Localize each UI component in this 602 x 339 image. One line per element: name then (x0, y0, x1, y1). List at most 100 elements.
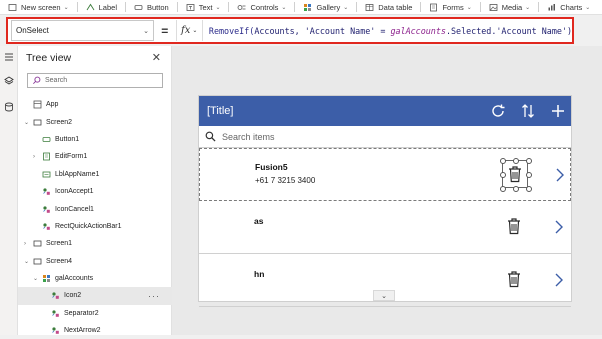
tree-node-app[interactable]: App (18, 96, 172, 113)
fx-button[interactable]: fx ⌄ (175, 20, 203, 41)
ribbon-label: Text (198, 2, 213, 12)
ribbon-text-button[interactable]: Text ⌄ (186, 2, 221, 12)
icon-control-icon (43, 188, 50, 195)
ribbon-forms-button[interactable]: Forms ⌄ (429, 3, 472, 12)
resize-handle[interactable] (526, 186, 532, 192)
chevron-right-icon[interactable]: › (33, 154, 35, 160)
app-screen-preview: [Title] Search items hn as Fusion5 +61 7 32… (198, 95, 572, 307)
gallery-item[interactable]: Fusion5 +61 7 3215 3400 (199, 148, 571, 201)
resize-handle[interactable] (513, 158, 519, 164)
screen-icon (33, 119, 42, 125)
database-icon[interactable] (4, 102, 14, 112)
chevron-down-icon: ⌄ (215, 4, 221, 11)
tree-node-label: App (46, 101, 59, 109)
rectangle-icon (43, 223, 50, 230)
refresh-icon[interactable] (490, 103, 506, 119)
chevron-down-icon[interactable]: ⌄ (24, 119, 29, 126)
text-icon (186, 3, 195, 11)
tree-node-screen4[interactable]: ⌄ Screen4 (18, 253, 172, 270)
trash-icon[interactable] (506, 216, 522, 236)
search-icon (33, 76, 41, 84)
icon-control-icon (52, 292, 59, 300)
ribbon-gallery-button[interactable]: Gallery ⌄ (303, 3, 348, 12)
chevron-down-icon: ⌄ (63, 4, 69, 11)
sort-icon[interactable] (520, 103, 536, 119)
search-icon (205, 131, 216, 142)
tree-node-label: IconCancel1 (55, 205, 94, 213)
chevron-right-icon[interactable] (554, 219, 564, 235)
resize-handle[interactable] (526, 158, 532, 164)
ribbon-separator (420, 2, 422, 12)
gallery-icon (43, 275, 50, 283)
left-icon-rail (0, 46, 18, 335)
tree-node-lblappname1[interactable]: LblAppName1 (18, 166, 172, 183)
tree-node-button1[interactable]: Button1 (18, 131, 172, 148)
chevron-right-icon[interactable] (554, 272, 564, 288)
tree-node-separator2[interactable]: Separator2 (18, 305, 172, 322)
ribbon-data-table-button[interactable]: Data table (365, 3, 412, 12)
tree-node-iconaccept1[interactable]: IconAccept1 (18, 183, 172, 200)
tree-node-screen1[interactable]: › Screen1 (18, 235, 172, 252)
app-title: [Title] (207, 105, 234, 117)
tree-node-galaccounts[interactable]: ⌄ galAccounts (18, 270, 172, 287)
formula-operator: = (375, 25, 391, 36)
property-dropdown[interactable]: OnSelect ⌄ (11, 20, 154, 41)
gallery-item[interactable]: as (199, 201, 571, 254)
formula-input[interactable]: RemoveIf(Accounts, 'Account Name' = galA… (209, 26, 572, 36)
chevron-right-icon[interactable] (555, 167, 565, 183)
add-icon[interactable] (550, 103, 566, 119)
chevron-right-icon[interactable]: › (24, 241, 26, 247)
tree-node-iconcancel1[interactable]: IconCancel1 (18, 200, 172, 217)
media-icon (489, 3, 498, 11)
ribbon-label: Controls (250, 2, 279, 12)
tree-node-label: Separator2 (64, 309, 99, 317)
hamburger-menu-icon[interactable] (4, 52, 14, 62)
property-name: OnSelect (16, 26, 49, 35)
ribbon-label: Button (147, 2, 169, 12)
screen-icon (33, 258, 42, 265)
ribbon-button-button[interactable]: Button (134, 3, 169, 12)
charts-icon (548, 3, 556, 10)
resize-handle[interactable] (526, 172, 532, 178)
resize-handle[interactable] (500, 158, 506, 164)
trash-icon[interactable] (506, 269, 522, 289)
icon-control-icon (43, 205, 50, 213)
formula-string: 'Account Name' (304, 25, 376, 36)
ribbon-separator (176, 2, 178, 12)
tree-node-rectquickactionbar1[interactable]: RectQuickActionBar1 (18, 218, 172, 235)
design-canvas: [Title] Search items hn as Fusion5 +61 7 32… (172, 46, 602, 335)
layers-icon[interactable] (4, 76, 14, 86)
scroll-down-button[interactable]: ⌄ (373, 290, 395, 301)
ribbon-separator (228, 2, 230, 12)
gallery-search-box[interactable]: Search items (199, 126, 571, 148)
ribbon-new-screen-button[interactable]: New screen ⌄ (8, 3, 69, 12)
resize-handle[interactable] (513, 186, 519, 192)
more-options-icon[interactable]: ··· (148, 291, 160, 301)
selection-frame[interactable] (500, 158, 532, 192)
chevron-down-icon[interactable]: ⌄ (24, 258, 29, 265)
tree-node-icon2[interactable]: Icon2 ··· (18, 287, 172, 305)
tree-search-input[interactable]: Search (27, 73, 163, 88)
chevron-down-icon[interactable]: ⌄ (33, 275, 38, 282)
tree-node-screen2[interactable]: ⌄ Screen2 (18, 113, 172, 130)
close-icon[interactable]: ✕ (152, 51, 161, 64)
ribbon-label-button[interactable]: Label (86, 3, 117, 12)
chevron-down-icon: ⌄ (525, 4, 531, 11)
function-icon: fx (181, 25, 191, 36)
tree-node-nextarrow2[interactable]: NextArrow2 (18, 322, 172, 339)
screen-icon (33, 240, 42, 247)
resize-handle[interactable] (500, 186, 506, 192)
tree-node-label: Screen4 (46, 257, 73, 265)
gallery-icon (304, 3, 312, 11)
formula-function: RemoveIf( (208, 25, 255, 36)
ribbon-charts-button[interactable]: Charts ⌄ (547, 3, 590, 12)
search-placeholder: Search (45, 77, 68, 84)
label-icon (86, 3, 95, 10)
ribbon-media-button[interactable]: Media ⌄ (489, 3, 530, 12)
ribbon-label: New screen (21, 2, 61, 12)
tree-node-label: Screen2 (46, 118, 73, 126)
resize-handle[interactable] (500, 172, 506, 178)
new-screen-icon (8, 3, 17, 11)
tree-node-editform1[interactable]: › EditForm1 (18, 148, 172, 165)
ribbon-controls-button[interactable]: Controls ⌄ (237, 3, 286, 12)
